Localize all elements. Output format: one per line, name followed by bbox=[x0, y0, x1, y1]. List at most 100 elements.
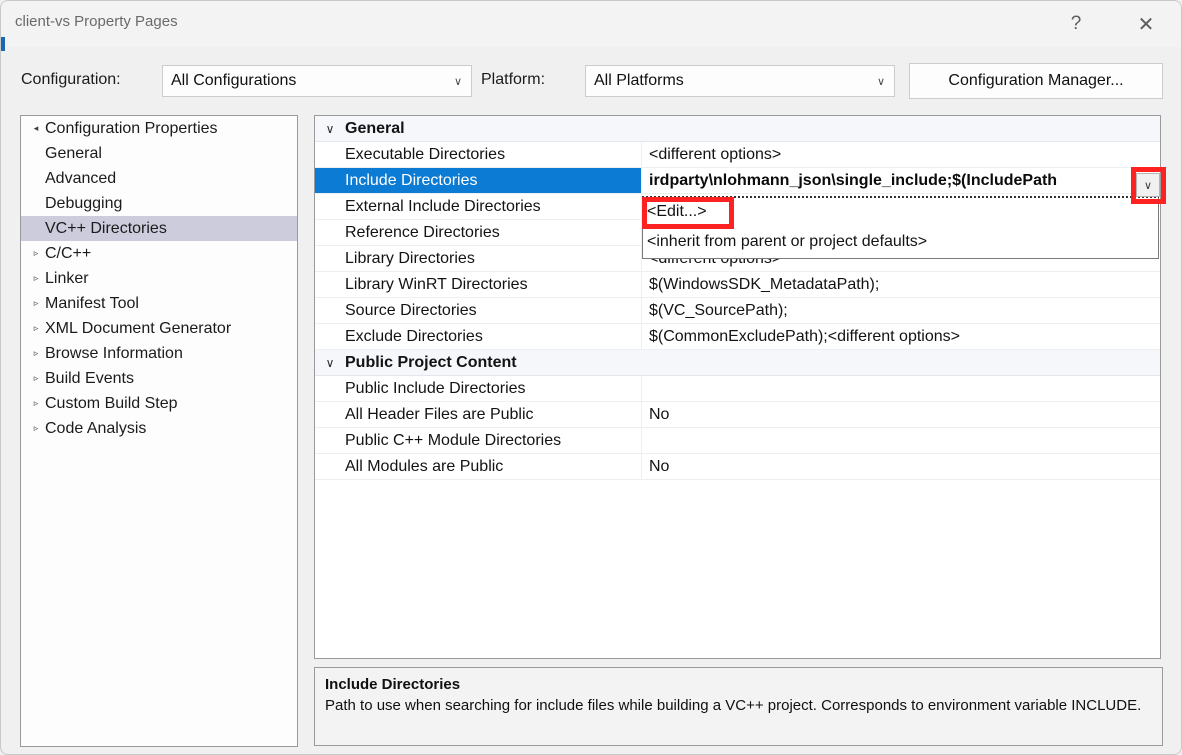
grid-property-name: All Modules are Public bbox=[345, 454, 642, 479]
tree-item-label: XML Document Generator bbox=[45, 319, 232, 337]
close-icon[interactable]: ✕ bbox=[1123, 1, 1169, 47]
tree-expander-collapsed-icon[interactable]: ▹ bbox=[27, 341, 45, 366]
grid-property-value[interactable]: <different options> bbox=[642, 142, 1160, 167]
tree-item-label: C/C++ bbox=[45, 244, 92, 262]
platform-dropdown[interactable]: All Platforms ∨ bbox=[585, 65, 895, 97]
tree-expander-collapsed-icon[interactable]: ▹ bbox=[27, 366, 45, 391]
grid-property-value[interactable]: No bbox=[642, 402, 1160, 427]
window-title: client-vs Property Pages bbox=[15, 13, 178, 30]
tree-item-xml-document-generator[interactable]: ▹ XML Document Generator bbox=[21, 316, 297, 341]
grid-property-value[interactable]: $(VC_SourcePath); bbox=[642, 298, 1160, 323]
configuration-value: All Configurations bbox=[171, 72, 297, 89]
dropdown-option-inherit[interactable]: <inherit from parent or project defaults… bbox=[643, 227, 1158, 257]
grid-property-value[interactable]: $(CommonExcludePath);<different options> bbox=[642, 324, 1160, 349]
grid-row-all-header-files-are-public[interactable]: All Header Files are Public No bbox=[315, 402, 1160, 428]
grid-category-label: General bbox=[345, 120, 405, 137]
tree-item-manifest-tool[interactable]: ▹ Manifest Tool bbox=[21, 291, 297, 316]
tree-item-label: Browse Information bbox=[45, 344, 183, 362]
grid-property-name: Reference Directories bbox=[345, 220, 642, 245]
grid-property-name: Public Include Directories bbox=[345, 376, 642, 401]
title-bar: client-vs Property Pages ? ✕ bbox=[1, 1, 1181, 51]
grid-category-public-project-content[interactable]: ∨ Public Project Content bbox=[315, 350, 1160, 376]
tree-item-browse-information[interactable]: ▹ Browse Information bbox=[21, 341, 297, 366]
configuration-label: Configuration: bbox=[21, 71, 121, 88]
grid-row-include-directories[interactable]: Include Directories irdparty\nlohmann_jso… bbox=[315, 168, 1160, 194]
grid-property-value[interactable]: $(WindowsSDK_MetadataPath); bbox=[642, 272, 1160, 297]
tree-expander-collapsed-icon[interactable]: ▹ bbox=[27, 266, 45, 291]
platform-label: Platform: bbox=[481, 71, 546, 88]
tree-item-debugging[interactable]: Debugging bbox=[21, 191, 297, 216]
grid-property-name: Library WinRT Directories bbox=[345, 272, 642, 297]
tree-expander-collapsed-icon[interactable]: ▹ bbox=[27, 241, 45, 266]
grid-row-public-c-module-directories[interactable]: Public C++ Module Directories bbox=[315, 428, 1160, 454]
grid-row-exclude-directories[interactable]: Exclude Directories $(CommonExcludePath);… bbox=[315, 324, 1160, 350]
tree-expander-collapsed-icon[interactable]: ▹ bbox=[27, 291, 45, 316]
tree-item-general[interactable]: General bbox=[21, 141, 297, 166]
grid-row-indent bbox=[315, 194, 345, 219]
grid-row-indent bbox=[315, 168, 345, 193]
tree-expander-collapsed-icon[interactable]: ▹ bbox=[27, 416, 45, 441]
tree-item-vc-directories[interactable]: VC++ Directories bbox=[21, 216, 297, 241]
grid-row-indent bbox=[315, 376, 345, 401]
configuration-tree: ◂ Configuration Properties General Advanced… bbox=[20, 115, 298, 747]
configuration-dropdown[interactable]: All Configurations ∨ bbox=[162, 65, 472, 97]
configuration-manager-button[interactable]: Configuration Manager... bbox=[909, 63, 1163, 99]
tree-item-custom-build-step[interactable]: ▹ Custom Build Step bbox=[21, 391, 297, 416]
grid-category-general[interactable]: ∨ General bbox=[315, 116, 1160, 142]
grid-row-public-include-directories[interactable]: Public Include Directories bbox=[315, 376, 1160, 402]
grid-property-value[interactable]: No bbox=[642, 454, 1160, 479]
description-title: Include Directories bbox=[325, 676, 461, 693]
tree-item-advanced[interactable]: Advanced bbox=[21, 166, 297, 191]
grid-property-name: External Include Directories bbox=[345, 194, 642, 219]
chevron-down-icon[interactable]: ∨ bbox=[315, 116, 345, 141]
grid-property-name: Public C++ Module Directories bbox=[345, 428, 642, 453]
grid-row-indent bbox=[315, 272, 345, 297]
tree-item-code-analysis[interactable]: ▹ Code Analysis bbox=[21, 416, 297, 441]
value-dropdown-button[interactable]: ∨ bbox=[1136, 173, 1160, 197]
description-panel: Include Directories Path to use when sea… bbox=[314, 667, 1163, 746]
grid-row-all-modules-are-public[interactable]: All Modules are Public No bbox=[315, 454, 1160, 480]
tree-item-label: Advanced bbox=[45, 169, 117, 187]
grid-row-indent bbox=[315, 402, 345, 427]
property-pages-dialog: client-vs Property Pages ? ✕ Configurati… bbox=[0, 0, 1182, 755]
grid-row-indent bbox=[315, 142, 345, 167]
tree-item-label: Build Events bbox=[45, 369, 134, 387]
tree-item-label: Debugging bbox=[45, 194, 123, 212]
grid-property-name: Library Directories bbox=[345, 246, 642, 271]
help-icon[interactable]: ? bbox=[1053, 1, 1099, 47]
grid-row-library-winrt-directories[interactable]: Library WinRT Directories $(WindowsSDK_Me… bbox=[315, 272, 1160, 298]
grid-row-executable-directories[interactable]: Executable Directories <different options… bbox=[315, 142, 1160, 168]
grid-row-indent bbox=[315, 298, 345, 323]
tree-item-label: Configuration Properties bbox=[45, 119, 218, 137]
grid-property-value[interactable]: irdparty\nlohmann_json\single_include;$(… bbox=[642, 168, 1160, 193]
tree-expander-collapsed-icon[interactable]: ▹ bbox=[27, 316, 45, 341]
grid-property-value[interactable] bbox=[642, 428, 1160, 453]
grid-row-indent bbox=[315, 454, 345, 479]
tree-expander-expanded-icon[interactable]: ◂ bbox=[27, 116, 45, 141]
tree-expander-collapsed-icon[interactable]: ▹ bbox=[27, 391, 45, 416]
tree-item-label: Manifest Tool bbox=[45, 294, 139, 312]
grid-row-indent bbox=[315, 428, 345, 453]
description-body: Path to use when searching for include f… bbox=[325, 697, 1142, 714]
platform-value: All Platforms bbox=[594, 72, 684, 89]
tree-item-label: General bbox=[45, 144, 102, 162]
tree-item-c-c[interactable]: ▹ C/C++ bbox=[21, 241, 297, 266]
grid-property-name: Exclude Directories bbox=[345, 324, 642, 349]
chevron-down-icon: ∨ bbox=[453, 75, 463, 88]
grid-category-label: Public Project Content bbox=[345, 354, 517, 371]
tree-item-linker[interactable]: ▹ Linker bbox=[21, 266, 297, 291]
tree-item-configuration-properties[interactable]: ◂ Configuration Properties bbox=[21, 116, 297, 141]
grid-row-source-directories[interactable]: Source Directories $(VC_SourcePath); bbox=[315, 298, 1160, 324]
grid-row-indent bbox=[315, 246, 345, 271]
tree-item-build-events[interactable]: ▹ Build Events bbox=[21, 366, 297, 391]
chevron-down-icon: ∨ bbox=[876, 75, 886, 88]
chevron-down-icon[interactable]: ∨ bbox=[315, 350, 345, 375]
grid-property-name: Source Directories bbox=[345, 298, 642, 323]
tree-item-label: VC++ Directories bbox=[45, 219, 167, 237]
grid-property-value[interactable] bbox=[642, 376, 1160, 401]
tree-item-label: Linker bbox=[45, 269, 89, 287]
tree-item-label: Custom Build Step bbox=[45, 394, 178, 412]
dropdown-option-edit[interactable]: <Edit...> bbox=[643, 197, 1158, 227]
grid-property-name: Executable Directories bbox=[345, 142, 642, 167]
grid-row-indent bbox=[315, 324, 345, 349]
